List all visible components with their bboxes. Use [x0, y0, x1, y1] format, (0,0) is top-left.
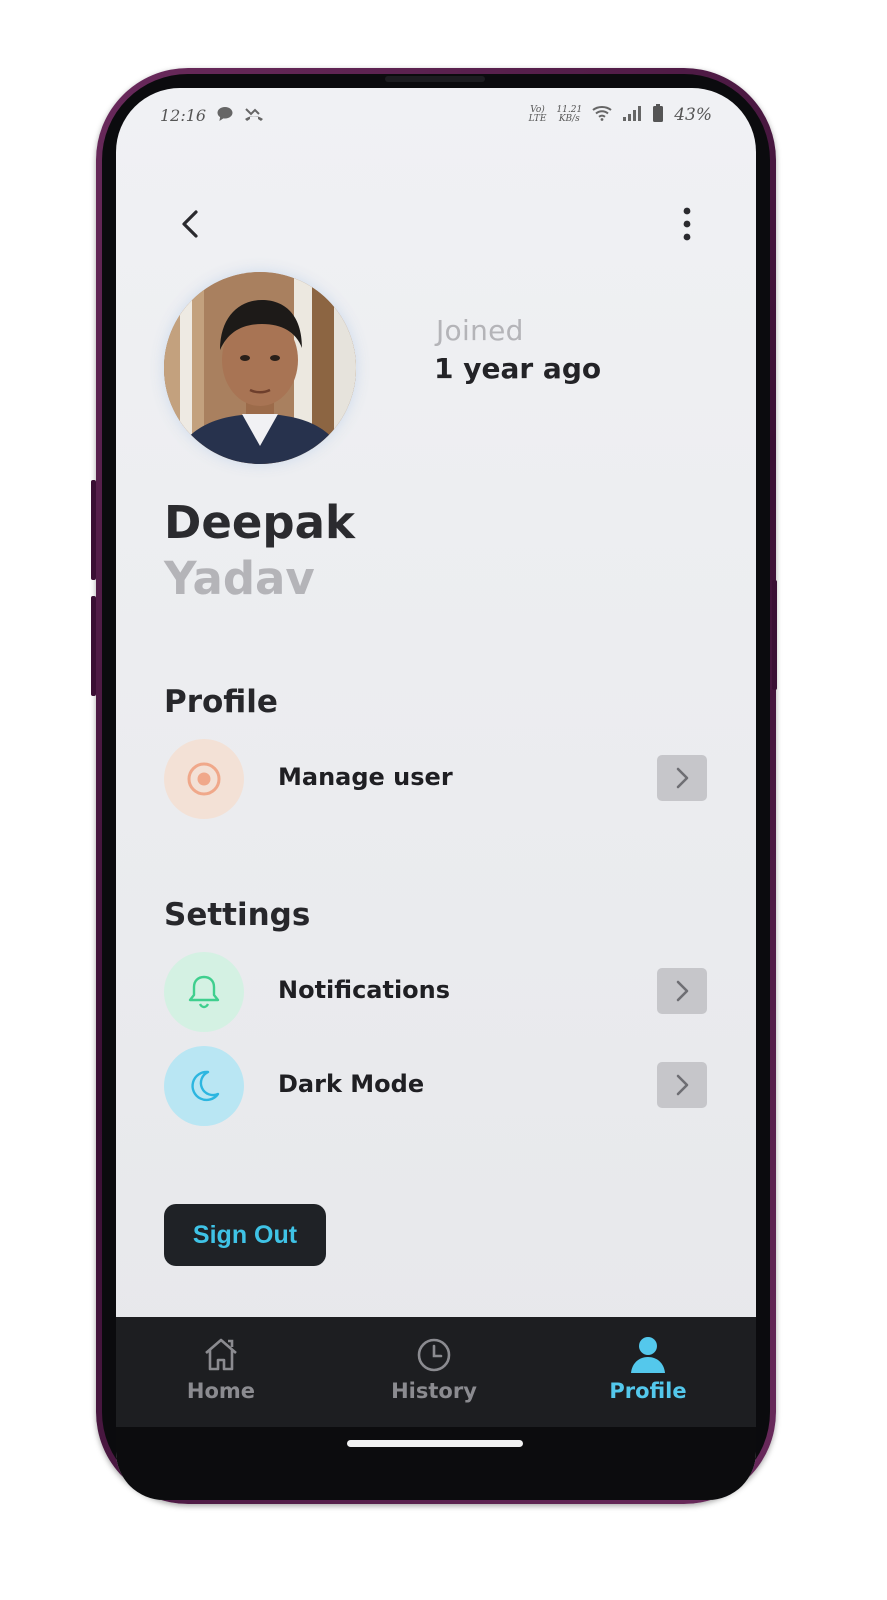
battery-icon	[652, 104, 664, 126]
home-icon	[205, 1338, 237, 1371]
user-icon	[631, 1337, 665, 1373]
joined-label: Joined	[436, 314, 524, 347]
status-time: 12:16	[160, 106, 207, 125]
chevron-right-icon	[676, 1074, 689, 1096]
clock-icon	[417, 1338, 451, 1372]
dark-mode-row[interactable]: Dark Mode	[164, 1046, 708, 1126]
target-icon	[187, 762, 221, 796]
bell-icon	[188, 975, 220, 1009]
manage-user-icon-circle	[164, 739, 244, 819]
nav-profile-label: Profile	[609, 1379, 687, 1403]
notifications-arrow-button[interactable]	[657, 968, 707, 1014]
sign-out-button[interactable]: Sign Out	[164, 1204, 326, 1266]
status-bar: 12:16 Vo) LTE 11.21 KB/s 43%	[116, 88, 756, 142]
signal-icon	[622, 105, 642, 125]
status-right-group: Vo) LTE 11.21 KB/s 43%	[529, 104, 712, 126]
chevron-right-icon	[676, 767, 689, 789]
bottom-navigation: Home History Profile	[116, 1317, 756, 1427]
moon-icon	[191, 1070, 220, 1102]
profile-section-title: Profile	[164, 684, 278, 720]
chevron-left-icon	[182, 210, 198, 238]
power-button	[772, 580, 777, 690]
avatar	[164, 272, 356, 464]
notifications-row[interactable]: Notifications	[164, 952, 708, 1032]
notifications-label: Notifications	[278, 976, 451, 1004]
dark-mode-icon-circle	[164, 1046, 244, 1126]
manage-user-row[interactable]: Manage user	[164, 739, 708, 819]
chat-bubble-icon	[216, 106, 234, 126]
app-screen: 12:16 Vo) LTE 11.21 KB/s 43% Joined 1 ye…	[116, 88, 756, 1500]
user-last-name: Yadav	[164, 552, 315, 605]
back-button[interactable]	[172, 204, 212, 244]
volte-indicator: Vo) LTE	[528, 105, 547, 124]
battery-percent: 43%	[674, 105, 712, 125]
missed-call-icon	[244, 106, 264, 126]
nav-history-label: History	[391, 1379, 477, 1403]
settings-section-title: Settings	[164, 897, 311, 933]
user-first-name: Deepak	[164, 496, 355, 549]
home-indicator[interactable]	[347, 1440, 523, 1447]
wifi-icon	[592, 105, 612, 125]
gesture-area	[116, 1427, 756, 1500]
more-vertical-icon	[683, 207, 691, 241]
dark-mode-arrow-button[interactable]	[657, 1062, 707, 1108]
nav-history[interactable]: History	[354, 1335, 514, 1403]
notifications-icon-circle	[164, 952, 244, 1032]
nav-profile[interactable]: Profile	[568, 1335, 728, 1403]
nav-home[interactable]: Home	[141, 1335, 301, 1403]
more-options-button[interactable]	[670, 204, 704, 244]
joined-value: 1 year ago	[434, 352, 602, 385]
manage-user-label: Manage user	[278, 763, 453, 791]
network-speed: 11.21 KB/s	[556, 105, 583, 124]
dark-mode-label: Dark Mode	[278, 1070, 425, 1098]
manage-user-arrow-button[interactable]	[657, 755, 707, 801]
chevron-right-icon	[676, 980, 689, 1002]
nav-home-label: Home	[186, 1379, 256, 1403]
earpiece-speaker	[385, 76, 485, 82]
volume-up-button	[91, 480, 96, 580]
volume-down-button	[91, 596, 96, 696]
